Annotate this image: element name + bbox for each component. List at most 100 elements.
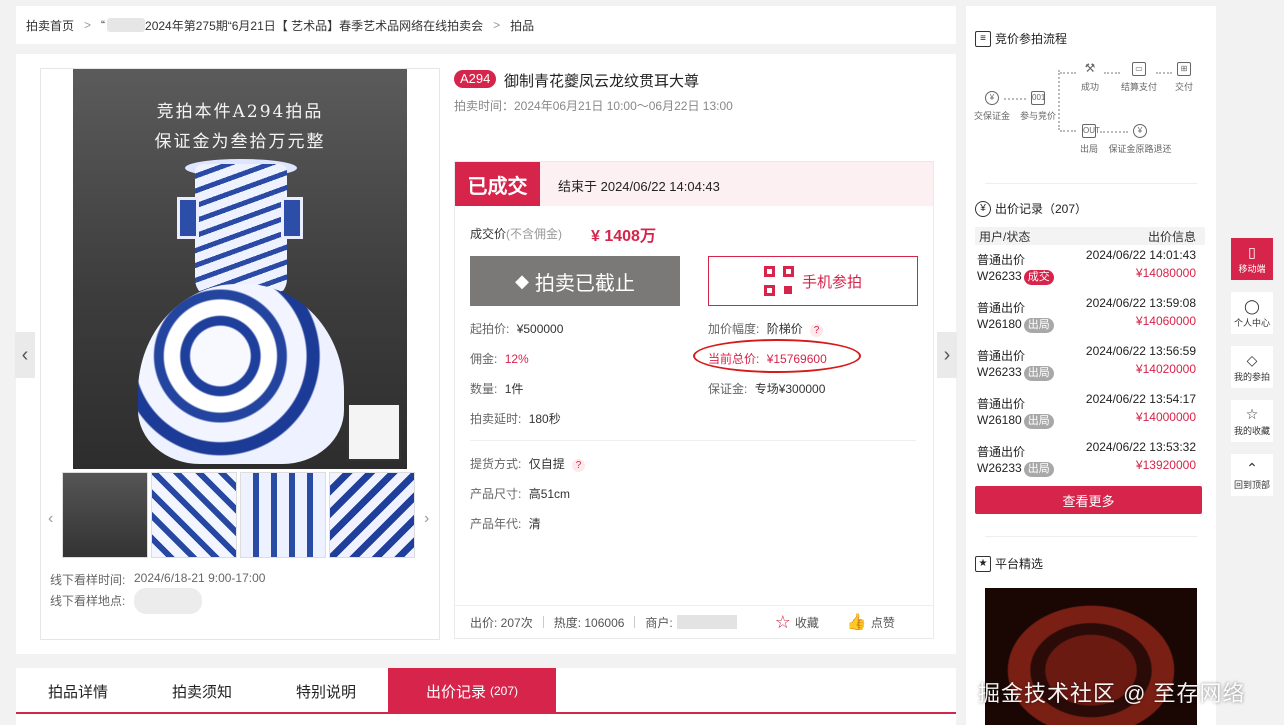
tab-bid-records[interactable]: 出价记录 (207) <box>388 668 556 714</box>
divider <box>985 536 1197 537</box>
commission-label: 佣金: <box>470 352 498 366</box>
bid-price: ¥13920000 <box>1135 458 1196 472</box>
thumb-next-icon[interactable]: › <box>424 510 429 528</box>
vase-neck-shape <box>195 164 287 299</box>
view-more-button[interactable]: 查看更多 <box>975 486 1202 514</box>
tab-label: 拍品详情 <box>47 683 108 701</box>
bid-time: 2024/06/22 13:59:08 <box>1085 296 1196 310</box>
status-badge: 出局 <box>1023 462 1054 477</box>
start-price-value: ¥500000 <box>516 322 564 336</box>
image-caption-line1: 竞拍本件A294拍品 <box>156 102 324 122</box>
help-icon[interactable]: ? <box>810 324 824 337</box>
deposit-value: 专场¥300000 <box>754 382 826 396</box>
bid-records-title-text: 出价记录（207） <box>995 202 1088 216</box>
bid-user: W26180 出局 <box>977 413 1054 429</box>
breadcrumb-home-link[interactable]: 拍卖首页 <box>26 17 74 34</box>
flow-step-label: 保证金原路退还 <box>1108 144 1172 154</box>
like-button[interactable]: 👍 点赞 <box>847 612 895 632</box>
end-time: 结束于 2024/06/22 14:04:43 <box>558 179 720 194</box>
heat-count: 热度: 106006 <box>553 615 625 630</box>
breadcrumb-separator: > <box>493 18 501 32</box>
bid-user: W26233 成交 <box>977 269 1054 285</box>
breadcrumb-current: 拍品 <box>510 18 535 33</box>
bid-type: 普通出价 <box>977 445 1026 459</box>
bid-user-id: W26180 <box>977 413 1022 427</box>
thumb-prev-icon[interactable]: ‹ <box>48 510 53 528</box>
lot-stats-bar: 出价: 207次 热度: 106006 商户: ☆ 收藏 👍 点赞 <box>455 605 933 638</box>
flow-step-label: 交保证金 <box>973 111 1010 121</box>
vase-ear-left <box>177 197 199 239</box>
status-badge: 出局 <box>1023 414 1054 429</box>
help-icon[interactable]: ? <box>572 459 586 472</box>
auction-ended-button[interactable]: ◆ 拍卖已截止 <box>470 256 680 306</box>
mobile-side-button[interactable]: ▯ 移动端 <box>1231 238 1273 280</box>
deposit-row: 保证金: 专场¥300000 <box>708 380 825 397</box>
viewing-time-label: 线下看样时间: <box>50 573 126 587</box>
status-badge: 成交 <box>1023 270 1054 285</box>
yen-icon: ¥ <box>975 200 991 217</box>
flow-step-pay: ▭ 结算支付 <box>1114 62 1164 93</box>
image-caption-line2: 保证金为叁拾万元整 <box>154 132 326 152</box>
prev-image-button[interactable]: ‹ <box>15 332 35 378</box>
back-to-top-side-button[interactable]: ⌃ 回到顶部 <box>1231 454 1273 496</box>
bid-user: W26233 出局 <box>977 365 1054 381</box>
side-label: 回到顶部 <box>1233 479 1270 490</box>
main-product-image[interactable]: 竞拍本件A294拍品 保证金为叁拾万元整 <box>73 69 407 469</box>
gift-icon: ⊞ <box>1177 62 1191 76</box>
divider <box>470 440 916 441</box>
breadcrumb: 拍卖首页 > “ 2024年第275期“6月21日【 艺术品】春季艺术品网络在线… <box>16 6 956 44</box>
lot-code-badge: A294 <box>454 70 497 88</box>
my-favorites-side-button[interactable]: ☆ 我的收藏 <box>1231 400 1273 442</box>
increment-label: 加价幅度: <box>708 322 760 336</box>
increment-value: 阶梯价 <box>766 322 803 336</box>
seal-mark <box>347 403 401 461</box>
tab-label: 出价记录 <box>425 683 486 701</box>
qrcode-icon <box>763 266 794 296</box>
flow-step-bid: 001 参与竞价 <box>1018 91 1058 122</box>
bid-time: 2024/06/22 13:53:32 <box>1085 440 1196 454</box>
start-price-label: 起拍价: <box>470 322 510 336</box>
next-image-button[interactable]: › <box>937 332 957 378</box>
user-center-side-button[interactable]: ◯ 个人中心 <box>1231 292 1273 334</box>
document-icon: ≡ <box>975 30 991 47</box>
phone-icon: ▯ <box>1248 243 1256 260</box>
highlight-circle-annotation <box>693 339 861 373</box>
breadcrumb-session-link[interactable]: 2024年第275期“6月21日【 艺术品】春季艺术品网络在线拍卖会 <box>145 17 483 34</box>
featured-title: ★ 平台精选 <box>975 555 1043 572</box>
quantity-value: 1件 <box>504 382 524 396</box>
thumbnail-4[interactable] <box>329 472 415 558</box>
bid-records-title: ¥ 出价记录（207） <box>975 200 1087 217</box>
bid-type: 普通出价 <box>977 253 1026 267</box>
bid-user-id: W26233 <box>977 365 1022 379</box>
viewing-place-label: 线下看样地点: <box>50 594 126 608</box>
delay-row: 拍卖延时: 180秒 <box>470 410 561 427</box>
flow-step-label: 参与竞价 <box>1019 111 1056 121</box>
breadcrumb-fragment: “ <box>101 18 106 32</box>
tab-special-notes[interactable]: 特别说明 <box>264 668 388 714</box>
size-row: 产品尺寸: 高51cm <box>470 485 570 502</box>
tab-lot-details[interactable]: 拍品详情 <box>16 668 140 714</box>
my-bids-side-button[interactable]: ◇ 我的参拍 <box>1231 346 1273 388</box>
deal-price-value: ¥ 1408万 <box>591 228 656 245</box>
bid-user: W26233 出局 <box>977 461 1054 477</box>
pickup-value: 仅自提 <box>528 457 565 471</box>
commission-row: 佣金: 12% <box>470 350 529 367</box>
start-price-row: 起拍价: ¥500000 <box>470 320 563 337</box>
size-label: 产品尺寸: <box>470 487 522 501</box>
side-label: 个人中心 <box>1233 317 1270 328</box>
thumbnail-1[interactable] <box>62 472 148 558</box>
thumbnail-2[interactable] <box>151 472 237 558</box>
commission-value: 12% <box>504 352 529 366</box>
bid-user: W26180 出局 <box>977 317 1054 333</box>
divider <box>985 183 1197 184</box>
side-label: 我的收藏 <box>1233 425 1270 436</box>
like-label: 点赞 <box>870 615 895 630</box>
mobile-bid-button[interactable]: 手机参拍 <box>708 256 918 306</box>
tab-auction-notice[interactable]: 拍卖须知 <box>140 668 264 714</box>
favorite-button[interactable]: ☆ 收藏 <box>775 612 819 633</box>
separator <box>634 616 636 628</box>
tab-label: 特别说明 <box>295 683 356 701</box>
bookmark-icon: ★ <box>975 555 991 572</box>
size-value: 高51cm <box>528 487 571 501</box>
thumbnail-3[interactable] <box>240 472 326 558</box>
